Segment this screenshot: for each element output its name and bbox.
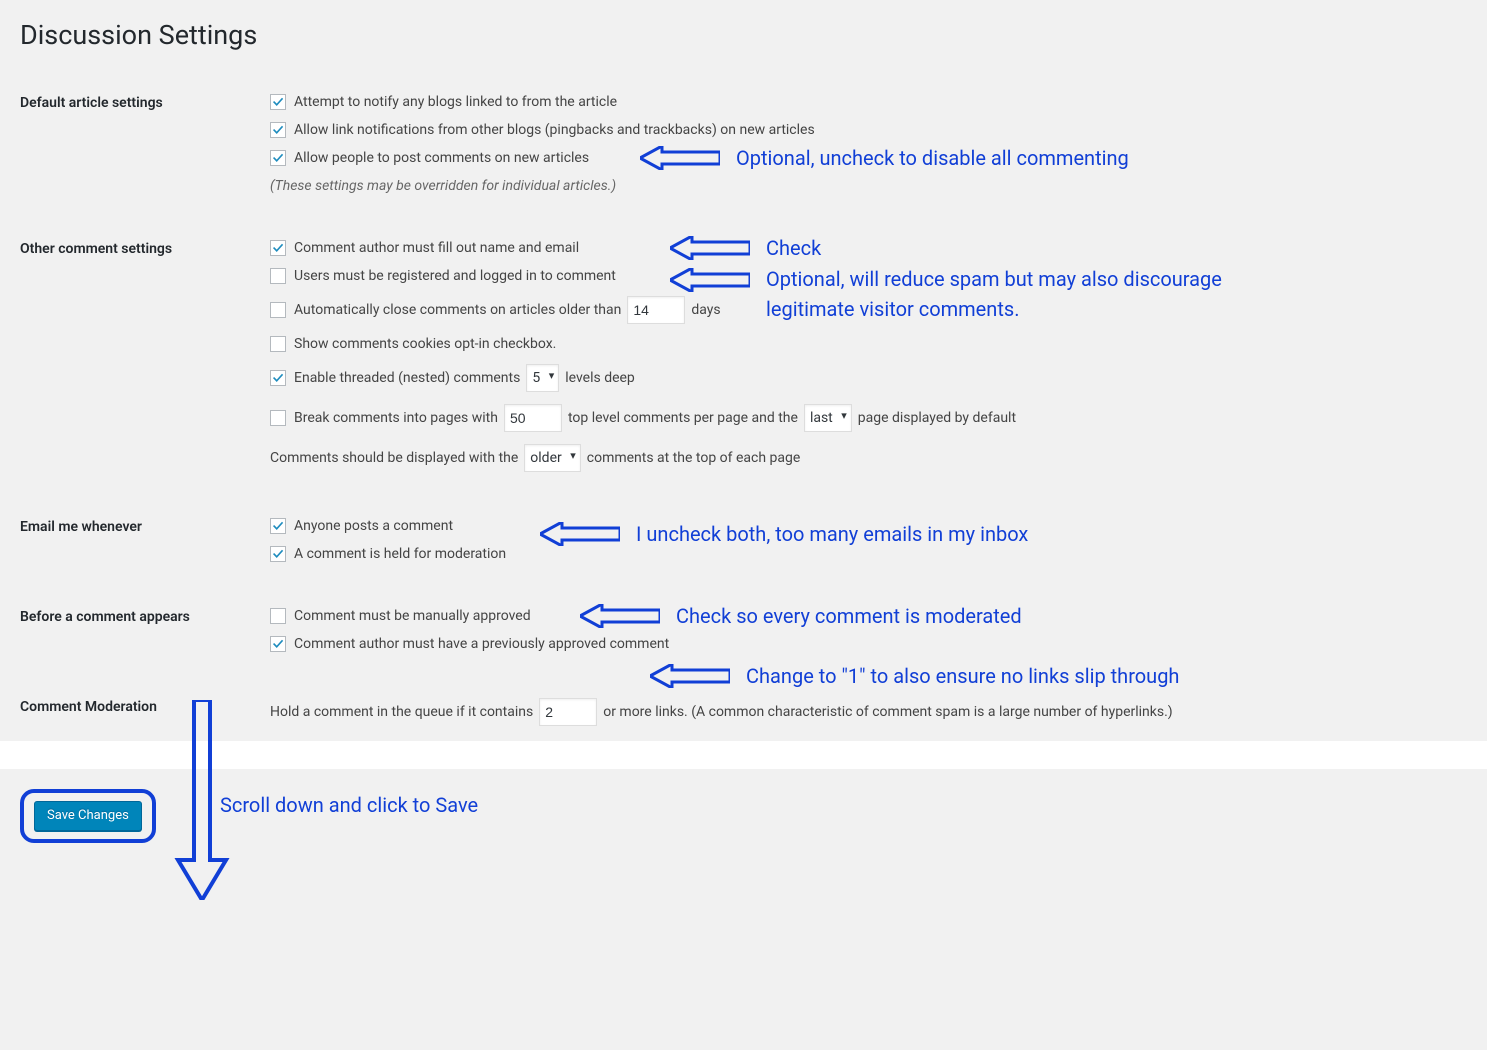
label-email-anyone: Anyone posts a comment [294,518,453,534]
label-hold-suffix: or more links. (A common characteristic … [603,704,1172,720]
section-default-article-heading: Default article settings [20,75,260,221]
annotation-allow-comments: Optional, uncheck to disable all comment… [736,146,1129,170]
section-other-comment-heading: Other comment settings [20,221,260,499]
checkbox-prev-approved[interactable] [270,636,286,652]
arrow-left-icon [640,146,720,170]
checkbox-notify-blogs[interactable] [270,94,286,110]
arrow-left-icon [540,522,620,546]
divider [0,741,1487,769]
label-order-prefix: Comments should be displayed with the [270,450,518,466]
arrow-left-icon [670,268,750,292]
label-allow-comments: Allow people to post comments on new art… [294,150,589,166]
checkbox-email-anyone[interactable] [270,518,286,534]
annotation-email-both: I uncheck both, too many emails in my in… [636,522,1028,546]
checkbox-show-cookies[interactable] [270,336,286,352]
label-paginate-prefix: Break comments into pages with [294,410,498,426]
annotation-links: Change to "1" to also ensure no links sl… [746,664,1179,688]
page-title: Discussion Settings [20,10,1467,55]
label-close-old-prefix: Automatically close comments on articles… [294,302,621,318]
label-require-registration: Users must be registered and logged in t… [294,268,616,284]
note-override: (These settings may be overridden for in… [270,178,616,194]
section-moderation-heading: Comment Moderation [20,679,260,741]
arrow-left-icon [580,604,660,628]
checkbox-require-name-email[interactable] [270,240,286,256]
label-threaded-prefix: Enable threaded (nested) comments [294,370,520,386]
checkbox-require-registration[interactable] [270,268,286,284]
arrow-left-icon [650,664,730,688]
label-close-old-suffix: days [691,302,720,318]
input-hold-links[interactable] [539,698,597,726]
save-highlight-box: Save Changes [20,789,156,843]
checkbox-threaded[interactable] [270,370,286,386]
section-email-heading: Email me whenever [20,499,260,589]
label-paginate-suffix: page displayed by default [858,410,1016,426]
label-notify-blogs: Attempt to notify any blogs linked to fr… [294,94,617,110]
checkbox-manual-approve[interactable] [270,608,286,624]
checkbox-paginate[interactable] [270,410,286,426]
checkbox-email-held[interactable] [270,546,286,562]
input-close-old-days[interactable] [627,296,685,324]
select-order[interactable]: older [524,444,580,472]
label-paginate-mid: top level comments per page and the [568,410,798,426]
label-allow-pingbacks: Allow link notifications from other blog… [294,122,815,138]
arrow-left-icon [670,236,750,260]
label-manual-approve: Comment must be manually approved [294,608,531,624]
select-threaded-depth[interactable]: 5 [526,364,559,392]
save-changes-button[interactable]: Save Changes [34,801,142,831]
checkbox-allow-comments[interactable] [270,150,286,166]
label-show-cookies: Show comments cookies opt-in checkbox. [294,336,556,352]
annotation-require-name: Check [766,236,821,260]
checkbox-close-old[interactable] [270,302,286,318]
annotation-save: Scroll down and click to Save [220,793,478,817]
label-threaded-suffix: levels deep [565,370,635,386]
label-order-suffix: comments at the top of each page [587,450,801,466]
label-prev-approved: Comment author must have a previously ap… [294,636,669,652]
label-hold-prefix: Hold a comment in the queue if it contai… [270,704,533,720]
input-paginate-count[interactable] [504,404,562,432]
select-paginate-default[interactable]: last [804,404,852,432]
label-require-name-email: Comment author must fill out name and em… [294,240,579,256]
annotation-manual-approve: Check so every comment is moderated [676,604,1022,628]
section-before-heading: Before a comment appears [20,589,260,679]
checkbox-allow-pingbacks[interactable] [270,122,286,138]
label-email-held: A comment is held for moderation [294,546,506,562]
